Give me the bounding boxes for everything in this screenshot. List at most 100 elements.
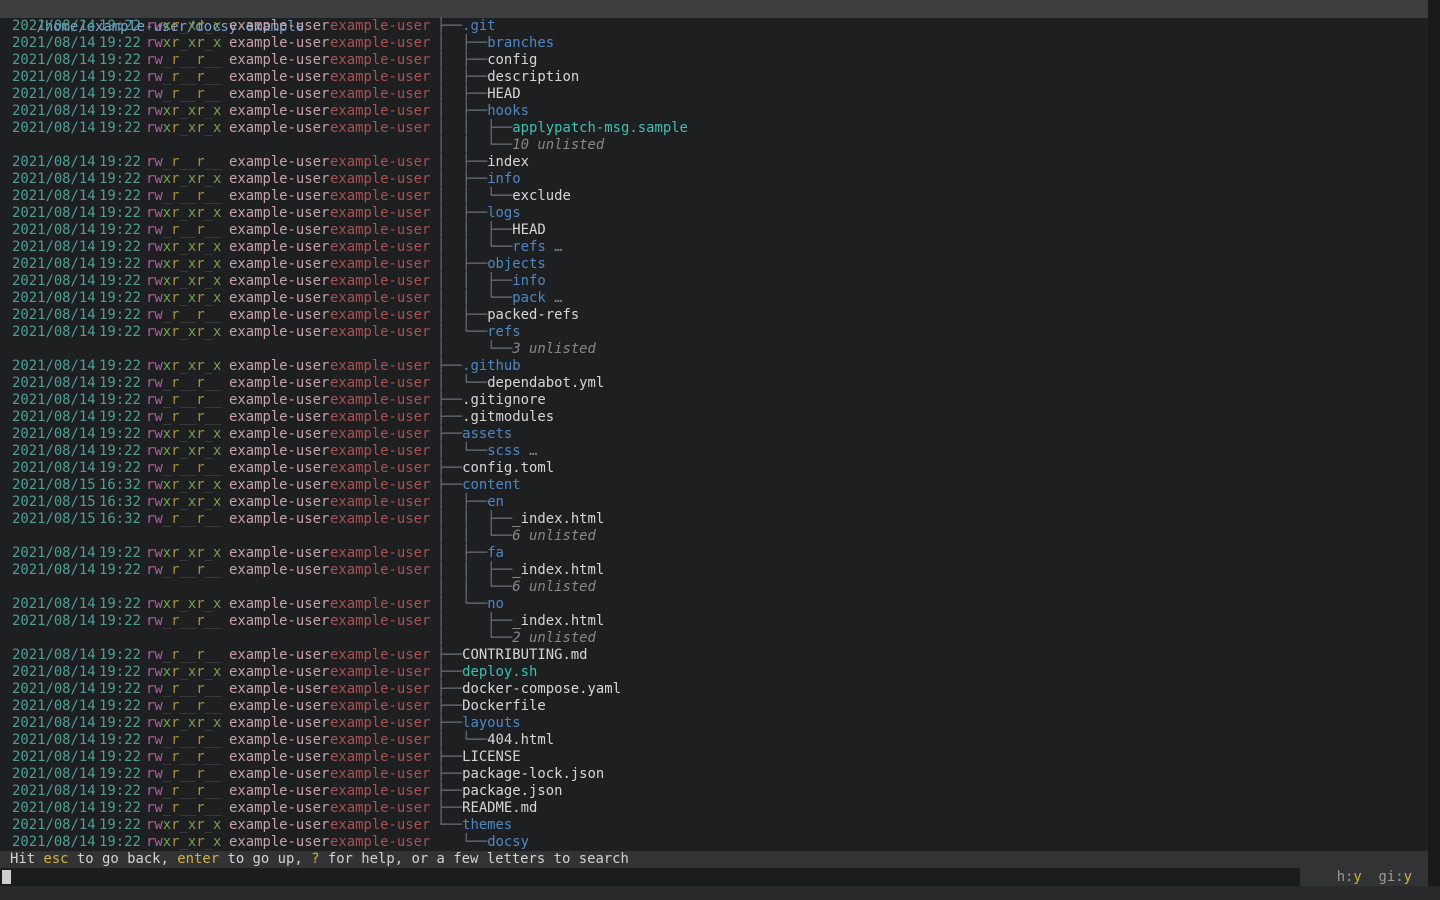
directory-name[interactable]: pack	[512, 290, 545, 306]
tree-row[interactable]: 2021/08/1419:22rwxr_xr_xexample-userexam…	[0, 426, 1428, 443]
file-name[interactable]: description	[487, 69, 579, 85]
tree-row[interactable]: 2021/08/1419:22rw_r__r__example-userexam…	[0, 681, 1428, 698]
directory-name[interactable]: objects	[487, 256, 546, 272]
tree-row[interactable]: 2021/08/1419:22rwxr_xr_xexample-userexam…	[0, 120, 1428, 137]
modified-date: 2021/08/14	[12, 715, 96, 732]
file-name[interactable]: CONTRIBUTING.md	[462, 647, 587, 663]
tree-row[interactable]: 2021/08/1419:22rw_r__r__example-userexam…	[0, 154, 1428, 171]
tree-row[interactable]: 2021/08/1419:22rwxr_xr_xexample-userexam…	[0, 205, 1428, 222]
file-name[interactable]: HEAD	[512, 222, 545, 238]
tree-row[interactable]: 2021/08/1419:22rw_r__r__example-userexam…	[0, 749, 1428, 766]
tree-row[interactable]: 2021/08/1419:22rwxr_xr_xexample-userexam…	[0, 545, 1428, 562]
tree-row[interactable]: │ └──3 unlisted	[0, 341, 1428, 358]
tree-row[interactable]: 2021/08/1419:22rwxr_xr_xexample-userexam…	[0, 817, 1428, 834]
file-name[interactable]: _index.html	[512, 511, 604, 527]
directory-name[interactable]: refs	[512, 239, 545, 255]
permissions: rwxr_xr_x	[146, 715, 221, 732]
directory-name[interactable]: refs	[487, 324, 520, 340]
directory-name[interactable]: info	[512, 273, 545, 289]
file-name[interactable]: applypatch-msg.sample	[512, 120, 688, 136]
tree-row[interactable]: 2021/08/1419:22rw_r__r__example-userexam…	[0, 409, 1428, 426]
tree-row[interactable]: 2021/08/1419:22rwxr_xr_xexample-userexam…	[0, 834, 1428, 851]
directory-name[interactable]: logs	[487, 205, 520, 221]
directory-name[interactable]: en	[487, 494, 504, 510]
file-name[interactable]: _index.html	[512, 613, 604, 629]
file-name[interactable]: README.md	[462, 800, 537, 816]
tree-row[interactable]: 2021/08/1419:22rw_r__r__example-userexam…	[0, 783, 1428, 800]
file-name[interactable]: packed-refs	[487, 307, 579, 323]
owner-name: example-user	[229, 375, 329, 392]
file-name[interactable]: package.json	[462, 783, 562, 799]
directory-name[interactable]: hooks	[487, 103, 529, 119]
file-name[interactable]: index	[487, 154, 529, 170]
tree-row[interactable]: 2021/08/1419:22rw_r__r__example-userexam…	[0, 613, 1428, 630]
directory-name[interactable]: scss	[487, 443, 520, 459]
file-name[interactable]: 404.html	[487, 732, 554, 748]
tree-row[interactable]: 2021/08/1419:22rwxr_xr_xexample-userexam…	[0, 256, 1428, 273]
tree-row[interactable]: 2021/08/1419:22rwxr_xr_xexample-userexam…	[0, 18, 1428, 35]
tree-row[interactable]: 2021/08/1419:22rwxr_xr_xexample-userexam…	[0, 171, 1428, 188]
tree-row[interactable]: │ │ └──10 unlisted	[0, 137, 1428, 154]
tree-row[interactable]: │ │ └──6 unlisted	[0, 579, 1428, 596]
tree-row[interactable]: 2021/08/1419:22rwxr_xr_xexample-userexam…	[0, 715, 1428, 732]
tree-row[interactable]: 2021/08/1419:22rwxr_xr_xexample-userexam…	[0, 239, 1428, 256]
tree-row[interactable]: 2021/08/1419:22rwxr_xr_xexample-userexam…	[0, 596, 1428, 613]
file-name[interactable]: Dockerfile	[462, 698, 546, 714]
file-name[interactable]: LICENSE	[462, 749, 521, 765]
tree-row[interactable]: 2021/08/1516:32rwxr_xr_xexample-userexam…	[0, 494, 1428, 511]
tree-row[interactable]: 2021/08/1419:22rw_r__r__example-userexam…	[0, 800, 1428, 817]
tree-row[interactable]: 2021/08/1419:22rw_r__r__example-userexam…	[0, 392, 1428, 409]
tree-row[interactable]: │ └──2 unlisted	[0, 630, 1428, 647]
tree-row[interactable]: 2021/08/1516:32rwxr_xr_xexample-userexam…	[0, 477, 1428, 494]
tree-row[interactable]: 2021/08/1419:22rw_r__r__example-userexam…	[0, 52, 1428, 69]
tree-row[interactable]: 2021/08/1419:22rwxr_xr_xexample-userexam…	[0, 358, 1428, 375]
file-name[interactable]: package-lock.json	[462, 766, 604, 782]
tree-row[interactable]: 2021/08/1419:22rw_r__r__example-userexam…	[0, 460, 1428, 477]
file-name[interactable]: dependabot.yml	[487, 375, 604, 391]
modified-date: 2021/08/14	[12, 120, 96, 137]
file-name[interactable]: exclude	[512, 188, 571, 204]
tree-row[interactable]: 2021/08/1516:32rw_r__r__example-userexam…	[0, 511, 1428, 528]
directory-name[interactable]: no	[487, 596, 504, 612]
tree-row[interactable]: 2021/08/1419:22rwxr_xr_xexample-userexam…	[0, 273, 1428, 290]
tree-row[interactable]: 2021/08/1419:22rwxr_xr_xexample-userexam…	[0, 664, 1428, 681]
directory-name[interactable]: .git	[462, 18, 495, 34]
file-name[interactable]: HEAD	[487, 86, 520, 102]
directory-name[interactable]: docsy	[487, 834, 529, 850]
tree-row[interactable]: 2021/08/1419:22rwxr_xr_xexample-userexam…	[0, 324, 1428, 341]
directory-name[interactable]: themes	[462, 817, 512, 833]
directory-name[interactable]: assets	[462, 426, 512, 442]
tree-row[interactable]: 2021/08/1419:22rwxr_xr_xexample-userexam…	[0, 35, 1428, 52]
tree-row[interactable]: 2021/08/1419:22rwxr_xr_xexample-userexam…	[0, 103, 1428, 120]
tree-row[interactable]: 2021/08/1419:22rwxr_xr_xexample-userexam…	[0, 290, 1428, 307]
directory-name[interactable]: content	[462, 477, 521, 493]
tree-row[interactable]: 2021/08/1419:22rwxr_xr_xexample-userexam…	[0, 443, 1428, 460]
modified-time: 19:22	[99, 273, 141, 290]
tree-row[interactable]: 2021/08/1419:22rw_r__r__example-userexam…	[0, 562, 1428, 579]
directory-name[interactable]: .github	[462, 358, 521, 374]
tree-row[interactable]: 2021/08/1419:22rw_r__r__example-userexam…	[0, 732, 1428, 749]
tree-row[interactable]: 2021/08/1419:22rw_r__r__example-userexam…	[0, 307, 1428, 324]
owner-name: example-user	[229, 120, 329, 137]
tree-row[interactable]: 2021/08/1419:22rw_r__r__example-userexam…	[0, 647, 1428, 664]
tree-row[interactable]: 2021/08/1419:22rw_r__r__example-userexam…	[0, 766, 1428, 783]
directory-name[interactable]: layouts	[462, 715, 521, 731]
file-name[interactable]: config	[487, 52, 537, 68]
tree-row[interactable]: 2021/08/1419:22rw_r__r__example-userexam…	[0, 69, 1428, 86]
file-name[interactable]: config.toml	[462, 460, 554, 476]
directory-name[interactable]: branches	[487, 35, 554, 51]
tree-row[interactable]: │ │ └──6 unlisted	[0, 528, 1428, 545]
tree-row[interactable]: 2021/08/1419:22rw_r__r__example-userexam…	[0, 698, 1428, 715]
tree-row[interactable]: 2021/08/1419:22rw_r__r__example-userexam…	[0, 375, 1428, 392]
directory-name[interactable]: info	[487, 171, 520, 187]
tree-row[interactable]: 2021/08/1419:22rw_r__r__example-userexam…	[0, 222, 1428, 239]
file-name[interactable]: .gitmodules	[462, 409, 554, 425]
directory-name[interactable]: fa	[487, 545, 504, 561]
file-name[interactable]: _index.html	[512, 562, 604, 578]
search-input[interactable]: h:y gi:y	[0, 868, 1428, 886]
file-name[interactable]: docker-compose.yaml	[462, 681, 621, 697]
tree-row[interactable]: 2021/08/1419:22rw_r__r__example-userexam…	[0, 86, 1428, 103]
file-name[interactable]: .gitignore	[462, 392, 546, 408]
tree-row[interactable]: 2021/08/1419:22rw_r__r__example-userexam…	[0, 188, 1428, 205]
file-name[interactable]: deploy.sh	[462, 664, 537, 680]
